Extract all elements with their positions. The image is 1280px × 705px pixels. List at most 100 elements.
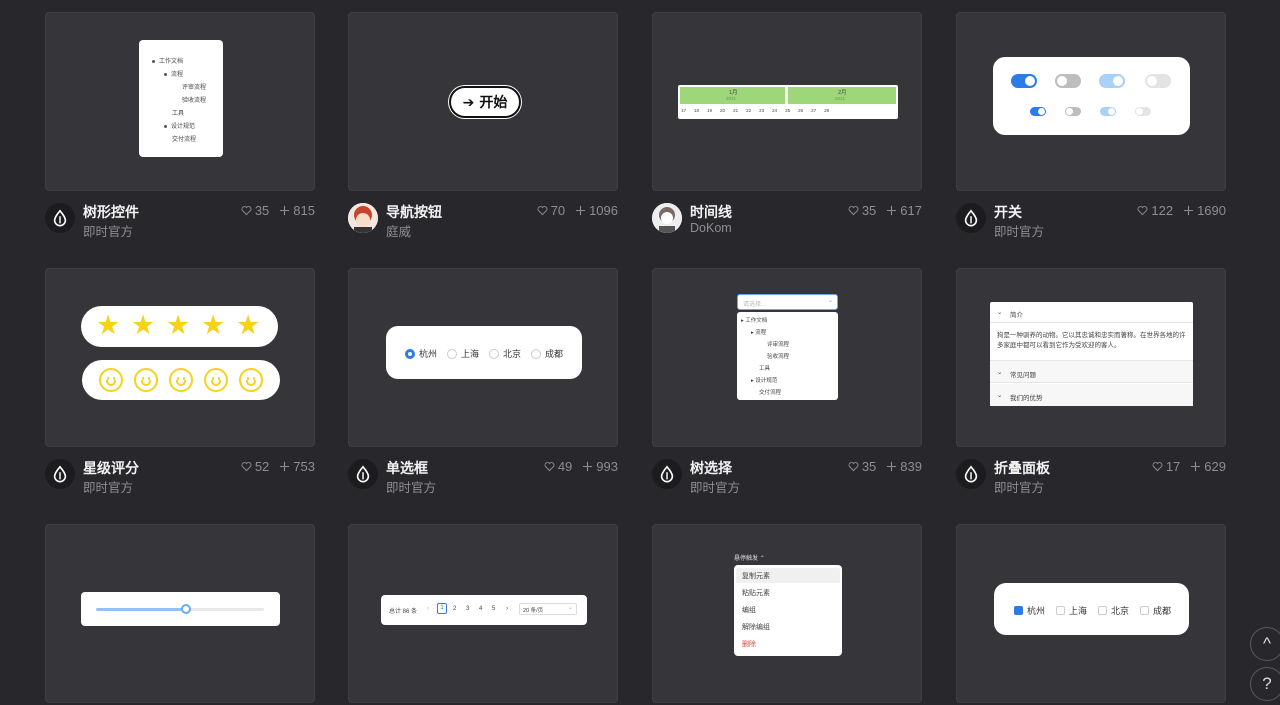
heart-icon[interactable]: [544, 461, 555, 472]
toggle-switch[interactable]: [1055, 74, 1081, 88]
card-title[interactable]: 树形控件: [83, 202, 139, 222]
card-preview[interactable]: 1月 2021 2月 2021 17 18 19 20 21 22 23 24 25 26 27 28: [652, 12, 922, 191]
card-author[interactable]: 即时官方: [690, 477, 740, 496]
card-preview[interactable]: 请选择... ⌄ ▸ 工作文档 ▸ 流程 评审流程 验收流程 工具 ▸ 设计规范…: [652, 268, 922, 447]
card-preview[interactable]: [45, 524, 315, 703]
scroll-top-button[interactable]: ^: [1250, 627, 1280, 661]
menu-item-delete[interactable]: 删除: [742, 639, 756, 649]
card-author[interactable]: DoKom: [690, 221, 732, 235]
menu-item[interactable]: 粘贴元素: [742, 588, 770, 598]
tree-node[interactable]: 验收流程: [767, 352, 789, 360]
checkbox-option[interactable]: 北京: [1098, 604, 1129, 617]
checkbox-option[interactable]: 杭州: [1014, 604, 1045, 617]
checkbox-option[interactable]: 上海: [1056, 604, 1087, 617]
star-rating[interactable]: ★ ★ ★ ★ ★: [81, 306, 278, 347]
card-radio[interactable]: 杭州 上海 北京 成都 单选框 即时官方 49 993: [348, 268, 618, 509]
card-switch[interactable]: 开关 即时官方 122 1690: [956, 12, 1226, 253]
logo-avatar[interactable]: [956, 459, 986, 489]
tree-node[interactable]: 流程: [171, 72, 183, 78]
card-preview[interactable]: [956, 12, 1226, 191]
avatar[interactable]: [652, 203, 682, 233]
plus-icon[interactable]: [279, 461, 290, 472]
timeline-month-block[interactable]: 1月 2021: [680, 87, 785, 104]
heart-icon[interactable]: [848, 205, 859, 216]
menu-item[interactable]: 复制元素: [742, 571, 770, 581]
next-page-icon[interactable]: ›: [506, 606, 508, 612]
heart-icon[interactable]: [1152, 461, 1163, 472]
page-size-select[interactable]: 20 条/页 ⌄: [519, 603, 577, 615]
page-item[interactable]: 3: [466, 606, 469, 612]
smile-icon[interactable]: [239, 368, 263, 392]
tree-select-input[interactable]: 请选择... ⌄: [737, 294, 838, 310]
card-timeline[interactable]: 1月 2021 2月 2021 17 18 19 20 21 22 23 24 25 26 27 28…: [652, 12, 922, 253]
logo-avatar[interactable]: [348, 459, 378, 489]
menu-item[interactable]: 解除编组: [742, 622, 770, 632]
card-preview[interactable]: 杭州 上海 北京 成都: [956, 524, 1226, 703]
prev-page-icon[interactable]: ‹: [427, 606, 429, 612]
card-preview[interactable]: 工作文档 流程 评审流程 验收流程 工具 设计规范 交付流程: [45, 12, 315, 191]
card-author[interactable]: 即时官方: [386, 477, 436, 496]
page-item[interactable]: 2: [453, 606, 456, 612]
menu-item[interactable]: 编组: [742, 605, 756, 615]
star-icon[interactable]: ★: [236, 312, 260, 339]
heart-icon[interactable]: [241, 205, 252, 216]
heart-icon[interactable]: [241, 461, 252, 472]
card-author[interactable]: 即时官方: [994, 477, 1044, 496]
plus-icon[interactable]: [1190, 461, 1201, 472]
plus-icon[interactable]: [279, 205, 290, 216]
radio-option[interactable]: 杭州: [405, 347, 437, 360]
radio-option[interactable]: 上海: [447, 347, 479, 360]
collapse-header[interactable]: ⌄ 常见问题: [990, 360, 1193, 383]
card-title[interactable]: 树选择: [690, 458, 732, 478]
smile-icon[interactable]: [204, 368, 228, 392]
logo-avatar[interactable]: [45, 459, 75, 489]
card-title[interactable]: 星级评分: [83, 458, 139, 478]
plus-icon[interactable]: [575, 205, 586, 216]
logo-avatar[interactable]: [45, 203, 75, 233]
plus-icon[interactable]: [582, 461, 593, 472]
plus-icon[interactable]: [1183, 205, 1194, 216]
card-nav-button[interactable]: ➔ 开始 导航按钮 庭威 70 1096: [348, 12, 618, 253]
star-icon[interactable]: ★: [201, 312, 225, 339]
smile-icon[interactable]: [99, 368, 123, 392]
tree-node[interactable]: 交付流程: [172, 134, 196, 143]
tree-node[interactable]: 验收流程: [182, 95, 206, 104]
tree-node[interactable]: 工具: [172, 108, 184, 117]
collapse-header[interactable]: ⌄ 我们的优势: [990, 384, 1193, 406]
tree-node[interactable]: 评审流程: [767, 340, 789, 348]
plus-icon[interactable]: [886, 205, 897, 216]
card-preview[interactable]: 悬停触发 ⌃ 复制元素 粘贴元素 编组 解除编组 删除: [652, 524, 922, 703]
heart-icon[interactable]: [848, 461, 859, 472]
heart-icon[interactable]: [1137, 205, 1148, 216]
tree-node[interactable]: 工作文档: [159, 59, 183, 65]
tree-node[interactable]: 评审流程: [182, 82, 206, 91]
smile-icon[interactable]: [134, 368, 158, 392]
star-icon[interactable]: ★: [96, 312, 120, 339]
tree-node[interactable]: 流程: [755, 330, 766, 336]
page-item[interactable]: 1: [437, 603, 447, 614]
toggle-switch[interactable]: [1135, 107, 1151, 116]
tree-node[interactable]: 交付流程: [759, 388, 781, 396]
slider-handle[interactable]: [181, 604, 191, 614]
card-preview[interactable]: ⌄ 简介 狗是一种驯养的动物。它以其忠诚和忠实而著称。在世界各地的许多家庭中都可…: [956, 268, 1226, 447]
toggle-switch[interactable]: [1065, 107, 1081, 116]
plus-icon[interactable]: [886, 461, 897, 472]
card-title[interactable]: 单选框: [386, 458, 428, 478]
card-author[interactable]: 即时官方: [994, 221, 1044, 240]
card-rating[interactable]: ★ ★ ★ ★ ★ 星级评分 即时官方 52 753: [45, 268, 315, 509]
logo-avatar[interactable]: [652, 459, 682, 489]
card-pagination[interactable]: 总计 86 条 ‹ 1 2 3 4 5 › 20 条/页 ⌄: [348, 524, 618, 703]
card-title[interactable]: 折叠面板: [994, 458, 1050, 478]
checkbox-option[interactable]: 成都: [1140, 604, 1171, 617]
star-icon[interactable]: ★: [131, 312, 155, 339]
card-title[interactable]: 导航按钮: [386, 202, 442, 222]
dropdown-trigger[interactable]: 悬停触发 ⌃: [734, 553, 765, 562]
toggle-switch[interactable]: [1030, 107, 1046, 116]
toggle-switch[interactable]: [1100, 107, 1116, 116]
smile-rating[interactable]: [82, 360, 280, 400]
toggle-switch[interactable]: [1099, 74, 1125, 88]
card-collapse[interactable]: ⌄ 简介 狗是一种驯养的动物。它以其忠诚和忠实而著称。在世界各地的许多家庭中都可…: [956, 268, 1226, 509]
card-dropdown[interactable]: 悬停触发 ⌃ 复制元素 粘贴元素 编组 解除编组 删除: [652, 524, 922, 703]
collapse-header[interactable]: ⌄ 简介: [990, 302, 1193, 323]
toggle-switch[interactable]: [1011, 74, 1037, 88]
